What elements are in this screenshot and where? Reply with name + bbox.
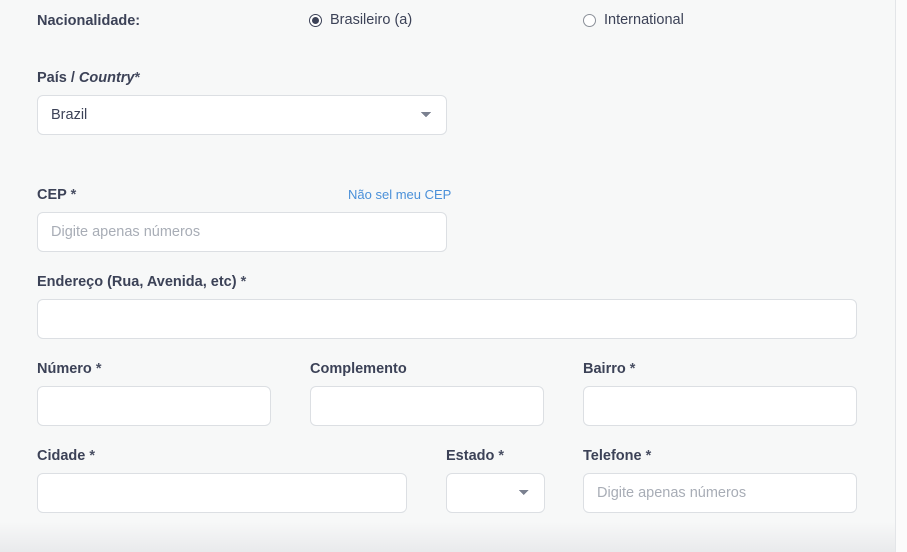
cep-input[interactable]	[37, 212, 447, 252]
state-label: Estado *	[446, 449, 504, 464]
address-input[interactable]	[37, 299, 857, 339]
state-required-mark: *	[498, 448, 505, 464]
cep-label: CEP *	[37, 188, 76, 203]
complement-label: Complemento	[310, 362, 407, 377]
address-form: Nacionalidade: Brasileiro (a) Internatio…	[0, 0, 895, 552]
cep-help-link[interactable]: Não sel meu CEP	[348, 188, 451, 201]
phone-input[interactable]	[583, 473, 857, 513]
country-required-mark: *	[134, 70, 141, 86]
cep-required-mark: *	[70, 187, 77, 203]
district-label-text: Bairro	[583, 361, 626, 377]
number-required-mark: *	[95, 361, 102, 377]
phone-label: Telefone *	[583, 449, 651, 464]
number-label-text: Número	[37, 361, 92, 377]
page-right-gutter	[896, 0, 907, 552]
phone-required-mark: *	[645, 448, 652, 464]
number-label: Número *	[37, 362, 101, 377]
radio-brasileiro-icon[interactable]	[309, 13, 322, 27]
phone-label-text: Telefone	[583, 448, 642, 464]
complement-label-text: Complemento	[310, 361, 407, 377]
city-label: Cidade *	[37, 449, 95, 464]
cep-label-text: CEP	[37, 187, 67, 203]
address-required-mark: *	[240, 274, 247, 290]
nationality-label: Nacionalidade:	[37, 13, 141, 29]
state-select[interactable]	[446, 473, 545, 513]
radio-international-icon[interactable]	[583, 13, 596, 27]
radio-international-label: International	[604, 12, 684, 28]
district-required-mark: *	[629, 361, 636, 377]
city-input[interactable]	[37, 473, 407, 513]
country-label: País / Country*	[37, 71, 140, 86]
complement-input[interactable]	[310, 386, 544, 426]
radio-option-international[interactable]: International	[583, 13, 684, 28]
country-label-en: Country	[78, 70, 135, 86]
country-label-pt: País /	[37, 70, 75, 86]
state-label-text: Estado	[446, 448, 495, 464]
number-input[interactable]	[37, 386, 271, 426]
city-required-mark: *	[89, 448, 96, 464]
district-label: Bairro *	[583, 362, 635, 377]
radio-brasileiro-label: Brasileiro (a)	[330, 12, 413, 28]
address-label: Endereço (Rua, Avenida, etc) *	[37, 275, 246, 290]
district-input[interactable]	[583, 386, 857, 426]
country-select[interactable]: Brazil	[37, 95, 447, 135]
city-label-text: Cidade	[37, 448, 86, 464]
radio-option-brasileiro[interactable]: Brasileiro (a)	[309, 13, 412, 28]
address-label-text: Endereço (Rua, Avenida, etc)	[37, 274, 237, 290]
